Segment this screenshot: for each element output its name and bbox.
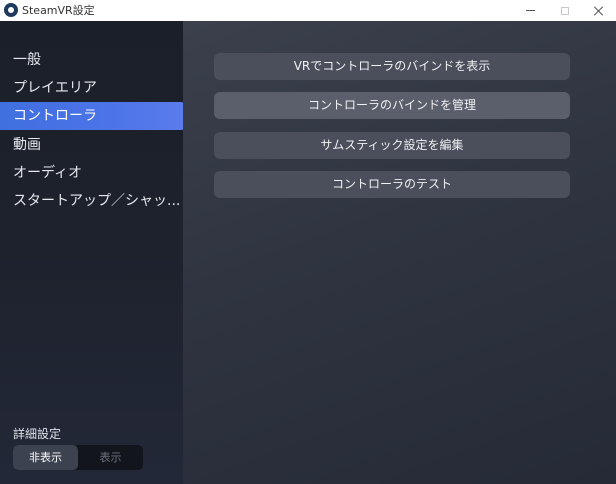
test-controller-button[interactable]: コントローラのテスト xyxy=(214,171,570,198)
title-bar: SteamVR設定 xyxy=(0,0,616,21)
toggle-option-hide[interactable]: 非表示 xyxy=(13,445,78,470)
toggle-option-show[interactable]: 表示 xyxy=(78,445,143,470)
maximize-icon xyxy=(561,6,569,15)
minimize-icon xyxy=(525,10,535,11)
maximize-button[interactable] xyxy=(548,0,582,21)
steamvr-icon xyxy=(4,3,18,17)
show-bindings-in-vr-button[interactable]: VRでコントローラのバインドを表示 xyxy=(214,53,570,80)
close-icon xyxy=(594,6,604,16)
advanced-settings-toggle: 非表示 表示 xyxy=(13,445,143,470)
close-button[interactable] xyxy=(582,0,616,21)
main-panel: VRでコントローラのバインドを表示 コントローラのバインドを管理 サムスティック… xyxy=(183,21,616,484)
minimize-button[interactable] xyxy=(513,0,547,21)
sidebar-item-startup-shutdown[interactable]: スタートアップ／シャッ... xyxy=(0,187,187,215)
steamvr-settings-window: SteamVR設定 一般 プレイエリア コントローラ 動画 オーディオ スタート… xyxy=(0,0,616,484)
window-title: SteamVR設定 xyxy=(22,4,95,17)
sidebar-item-audio[interactable]: オーディオ xyxy=(0,159,187,187)
edit-thumbstick-settings-button[interactable]: サムスティック設定を編集 xyxy=(214,132,570,159)
sidebar-item-controllers[interactable]: コントローラ xyxy=(0,102,187,130)
advanced-settings-label: 詳細設定 xyxy=(13,427,62,441)
sidebar: 一般 プレイエリア コントローラ 動画 オーディオ スタートアップ／シャッ...… xyxy=(0,21,187,484)
sidebar-item-play-area[interactable]: プレイエリア xyxy=(0,74,187,102)
sidebar-item-video[interactable]: 動画 xyxy=(0,131,187,159)
sidebar-item-general[interactable]: 一般 xyxy=(0,46,187,74)
manage-bindings-button[interactable]: コントローラのバインドを管理 xyxy=(214,92,570,119)
